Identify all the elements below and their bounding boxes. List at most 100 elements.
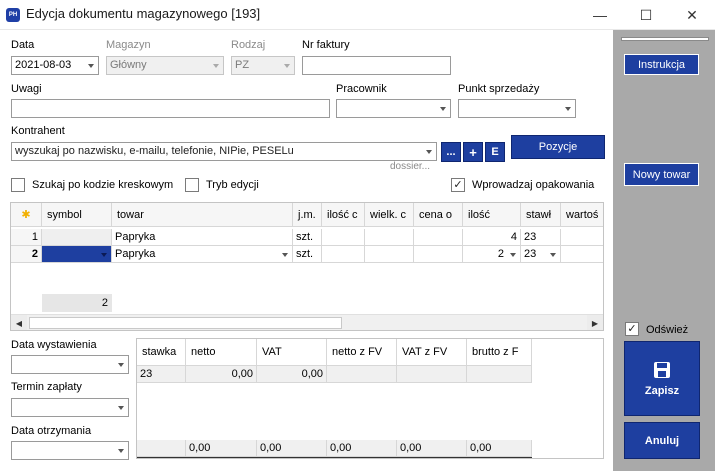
col-header-wielk[interactable]: wielk. c [365, 203, 414, 227]
data-field[interactable]: 2021-08-03 [11, 56, 99, 75]
vat-col-netto-fv[interactable]: netto z FV [327, 339, 397, 366]
kontrahent-browse-button[interactable]: ... [441, 142, 461, 162]
cell-cena[interactable] [414, 246, 463, 263]
cell-jm[interactable]: szt. [293, 246, 322, 263]
data-label: Data [11, 39, 35, 51]
cell-wielk[interactable] [365, 246, 414, 263]
pozycje-button[interactable]: Pozycje [511, 135, 605, 159]
title-bar: PH Edycja dokumentu magazynowego [193] —… [0, 0, 715, 30]
uwagi-label: Uwagi [11, 83, 42, 95]
scroll-thumb[interactable] [29, 317, 342, 329]
cell-ilosc[interactable]: 2 [463, 246, 521, 263]
vat-col-stawka[interactable]: stawka [137, 339, 186, 366]
col-header-ilosc-c[interactable]: ilość c [322, 203, 365, 227]
vat-col-vat[interactable]: VAT [257, 339, 327, 366]
cell-ilosc-value: 2 [497, 248, 504, 260]
cell-jm[interactable]: szt. [293, 229, 322, 246]
magazyn-value: Główny [110, 59, 147, 71]
magazyn-select: Główny [106, 56, 224, 75]
punkt-select[interactable] [458, 99, 576, 118]
sidebar-progress-bar [621, 37, 709, 41]
cell-towar[interactable]: Papryka [112, 246, 293, 263]
col-header-cena[interactable]: cena o [414, 203, 463, 227]
cell-wartosc[interactable] [561, 229, 603, 246]
close-icon[interactable]: ✕ [669, 0, 715, 30]
chevron-down-icon [118, 406, 124, 410]
kontrahent-edit-button[interactable]: E [485, 142, 505, 162]
vat-cell [397, 366, 467, 383]
data-value: 2021-08-03 [15, 59, 72, 71]
tryb-edycji-label: Tryb edycji [206, 179, 259, 191]
nr-faktury-label: Nr faktury [302, 39, 350, 51]
row-number: 2 [11, 246, 42, 263]
odswiez-checkbox[interactable]: ✓ [625, 322, 639, 336]
vat-totals-row: 0,00 0,00 0,00 0,00 0,00 [137, 440, 532, 458]
minimize-icon[interactable]: — [577, 0, 623, 30]
check-icon: ✓ [453, 178, 463, 191]
cell-wartosc[interactable] [561, 246, 603, 263]
vat-col-netto[interactable]: netto [186, 339, 257, 366]
save-icon [654, 361, 670, 378]
kontrahent-search-input[interactable]: wyszukaj po nazwisku, e-mailu, telefonie… [11, 142, 437, 161]
chevron-down-icon [426, 150, 432, 154]
vat-col-vat-fv[interactable]: VAT z FV [397, 339, 467, 366]
cell-symbol-selected[interactable] [42, 246, 112, 263]
pracownik-select[interactable] [336, 99, 451, 118]
cell-stawka-value: 23 [524, 248, 537, 260]
col-header-towar[interactable]: towar [112, 203, 293, 227]
rodzaj-select: PZ [231, 56, 295, 75]
check-icon: ✓ [627, 322, 637, 335]
vat-total-cell: 0,00 [467, 440, 532, 457]
col-header-jm[interactable]: j.m. [293, 203, 322, 227]
vat-cell [467, 366, 532, 383]
col-header-wartosc[interactable]: wartoś [561, 203, 603, 227]
data-otrzymania-field[interactable] [11, 441, 129, 460]
dossier-link[interactable]: dossier... [390, 161, 430, 172]
pracownik-label: Pracownik [336, 83, 387, 95]
cell-symbol[interactable] [42, 229, 112, 246]
nr-faktury-input[interactable] [302, 56, 451, 75]
cell-ilosc-c[interactable] [322, 229, 365, 246]
vat-total-cell: 0,00 [397, 440, 467, 457]
kontrahent-add-button[interactable]: + [463, 142, 483, 162]
grid-hscrollbar[interactable]: ◀ ▶ [11, 314, 603, 330]
cell-ilosc[interactable]: 4 [463, 229, 521, 246]
data-wystawienia-field[interactable] [11, 355, 129, 374]
star-icon: ✱ [11, 203, 42, 227]
vat-cell: 0,00 [186, 366, 257, 383]
magazyn-label: Magazyn [106, 39, 151, 51]
items-grid[interactable]: ✱ symbol towar j.m. ilość c wielk. c cen… [10, 202, 604, 331]
termin-field[interactable] [11, 398, 129, 417]
rodzaj-value: PZ [235, 59, 250, 71]
instrukcja-button[interactable]: Instrukcja [624, 54, 699, 75]
row-number: 1 [11, 229, 42, 246]
vat-table[interactable]: stawka netto VAT netto z FV VAT z FV bru… [136, 338, 604, 459]
zapisz-button[interactable]: Zapisz [624, 341, 700, 416]
cell-stawka[interactable]: 23 [521, 229, 561, 246]
maximize-icon[interactable]: ☐ [623, 0, 669, 30]
scroll-right-icon[interactable]: ▶ [587, 315, 603, 330]
window-title: Edycja dokumentu magazynowego [193] [26, 6, 261, 21]
right-sidebar: Instrukcja Nowy towar ✓ Odśwież Zapisz A… [613, 30, 715, 471]
chevron-down-icon [282, 253, 288, 257]
anuluj-button[interactable]: Anuluj [624, 422, 700, 459]
uwagi-input[interactable] [11, 99, 330, 118]
opakowania-checkbox[interactable]: ✓ [451, 178, 465, 192]
col-header-symbol[interactable]: symbol [42, 203, 112, 227]
szukaj-kod-checkbox[interactable] [11, 178, 25, 192]
cell-towar-value: Papryka [115, 248, 156, 260]
cell-cena[interactable] [414, 229, 463, 246]
col-header-stawka[interactable]: stawł [521, 203, 561, 227]
cell-ilosc-c[interactable] [322, 246, 365, 263]
tryb-edycji-checkbox[interactable] [185, 178, 199, 192]
opakowania-label: Wprowadzaj opakowania [472, 179, 595, 191]
cell-stawka[interactable]: 23 [521, 246, 561, 263]
cell-wielk[interactable] [365, 229, 414, 246]
vat-total-cell: 0,00 [327, 440, 397, 457]
nowy-towar-button[interactable]: Nowy towar [624, 163, 699, 186]
col-header-ilosc[interactable]: ilość [463, 203, 521, 227]
cell-towar[interactable]: Papryka [112, 229, 293, 246]
vat-cell [327, 366, 397, 383]
scroll-left-icon[interactable]: ◀ [11, 315, 27, 330]
vat-col-brutto-fv[interactable]: brutto z F [467, 339, 532, 366]
